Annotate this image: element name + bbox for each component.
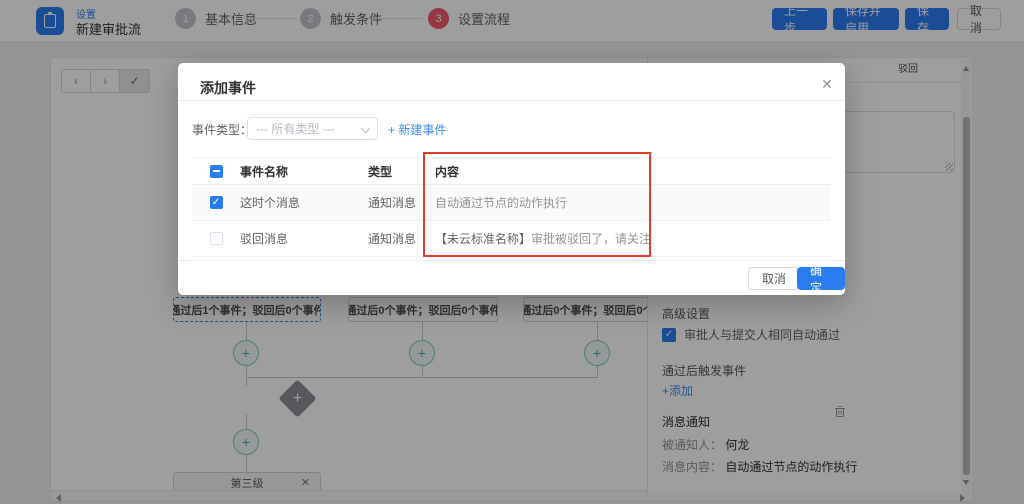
modal-cancel-button[interactable]: 取消 [748,267,800,290]
event-type-selected-value: --- 所有类型 --- [256,120,335,137]
new-event-link[interactable]: + 新建事件 [388,121,446,138]
event-name-cell: 这时个消息 [240,194,368,211]
page-background: 设置 新建审批流 1 基本信息 2 触发条件 3 设置流程 上一步 保存并启用 … [0,0,1024,504]
modal-title: 添加事件 [200,78,256,98]
chevron-down-icon [361,124,370,133]
close-icon[interactable]: ✕ [819,76,835,92]
event-type-select[interactable]: --- 所有类型 --- [247,117,378,140]
annotation-red-box [423,152,651,257]
row-checkbox-unchecked[interactable] [210,232,223,245]
select-all-checkbox[interactable] [210,165,223,178]
event-type-label: 事件类型： [192,121,252,138]
modal-ok-button[interactable]: 确定 [797,267,845,290]
col-header-name: 事件名称 [240,163,368,180]
row-checkbox-checked[interactable]: ✓ [210,196,223,209]
divider [178,260,845,261]
divider [178,100,845,101]
event-name-cell: 驳回消息 [240,230,368,247]
